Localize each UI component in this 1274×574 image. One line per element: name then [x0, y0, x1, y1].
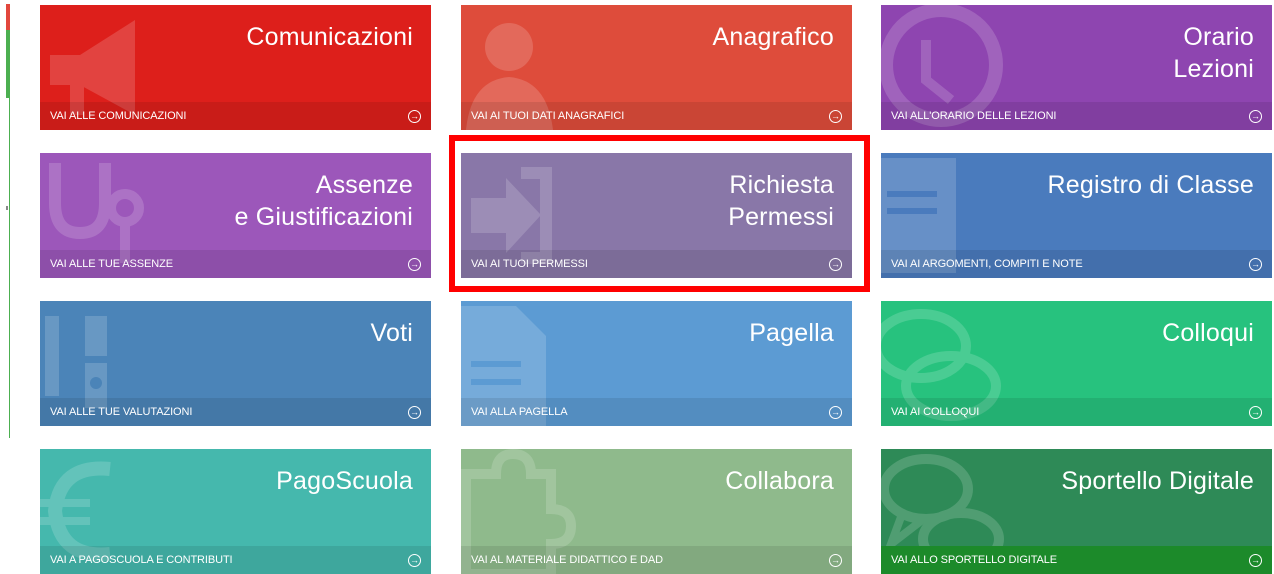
tile-link[interactable]: VAI AI TUOI PERMESSI →	[461, 250, 852, 278]
tile-title: Richiesta Permessi	[728, 171, 834, 231]
tile-link[interactable]: VAI ALL'ORARIO DELLE LEZIONI →	[881, 102, 1272, 130]
tile-title: Assenze e Giustificazioni	[234, 171, 413, 231]
arrow-circle-icon: →	[408, 109, 421, 123]
rail-accent-red	[6, 4, 10, 30]
tile-orario-lezioni[interactable]: Orario Lezioni VAI ALL'ORARIO DELLE LEZI…	[881, 5, 1272, 130]
tile-title: Colloqui	[1162, 319, 1254, 347]
arrow-circle-icon: →	[408, 553, 421, 567]
rail-line	[9, 98, 10, 438]
tile-link-label: VAI AL MATERIALE DIDATTICO E DAD	[471, 554, 663, 566]
tile-link-label: VAI ALLE TUE VALUTAZIONI	[50, 406, 193, 418]
tile-anagrafico[interactable]: Anagrafico VAI AI TUOI DATI ANAGRAFICI →	[461, 5, 852, 130]
tile-title: Pagella	[749, 319, 834, 347]
tile-sportello-digitale[interactable]: Sportello Digitale VAI ALLO SPORTELLO DI…	[881, 449, 1272, 574]
left-rail	[0, 0, 12, 572]
tile-title: Registro di Classe	[1047, 171, 1254, 199]
tile-link[interactable]: VAI AI COLLOQUI →	[881, 398, 1272, 426]
tile-link[interactable]: VAI AI ARGOMENTI, COMPITI E NOTE →	[881, 250, 1272, 278]
tile-link[interactable]: VAI ALLO SPORTELLO DIGITALE →	[881, 546, 1272, 574]
tile-colloqui[interactable]: Colloqui VAI AI COLLOQUI →	[881, 301, 1272, 426]
arrow-circle-icon: →	[1249, 109, 1262, 123]
tile-link-label: VAI ALLA PAGELLA	[471, 406, 568, 418]
tile-title: PagoScuola	[276, 467, 413, 495]
tile-link-label: VAI ALL'ORARIO DELLE LEZIONI	[891, 110, 1057, 122]
tile-voti[interactable]: Voti VAI ALLE TUE VALUTAZIONI →	[40, 301, 431, 426]
tile-title: Comunicazioni	[246, 23, 413, 51]
arrow-circle-icon: →	[1249, 405, 1262, 419]
tile-assenze[interactable]: Assenze e Giustificazioni VAI ALLE TUE A…	[40, 153, 431, 278]
tile-registro-di-classe[interactable]: Registro di Classe VAI AI ARGOMENTI, COM…	[881, 153, 1272, 278]
tile-title: Voti	[370, 319, 413, 347]
tile-link-label: VAI AI TUOI DATI ANAGRAFICI	[471, 110, 625, 122]
tile-link-label: VAI ALLE TUE ASSENZE	[50, 258, 173, 270]
arrow-circle-icon: →	[1249, 257, 1262, 271]
tile-title: Collabora	[725, 467, 834, 495]
tile-link[interactable]: VAI ALLE TUE ASSENZE →	[40, 250, 431, 278]
tile-link-label: VAI AI COLLOQUI	[891, 406, 980, 418]
tile-collabora[interactable]: Collabora VAI AL MATERIALE DIDATTICO E D…	[461, 449, 852, 574]
tile-title: Anagrafico	[712, 23, 834, 51]
arrow-circle-icon: →	[408, 257, 421, 271]
tile-link-label: VAI AI TUOI PERMESSI	[471, 258, 588, 270]
tile-link-label: VAI AI ARGOMENTI, COMPITI E NOTE	[891, 258, 1083, 270]
tile-link-label: VAI ALLO SPORTELLO DIGITALE	[891, 554, 1058, 566]
tile-pagoscuola[interactable]: PagoScuola VAI A PAGOSCUOLA E CONTRIBUTI…	[40, 449, 431, 574]
rail-accent-green	[6, 30, 10, 98]
tile-link[interactable]: VAI A PAGOSCUOLA E CONTRIBUTI →	[40, 546, 431, 574]
tile-link[interactable]: VAI ALLE COMUNICAZIONI →	[40, 102, 431, 130]
arrow-circle-icon: →	[829, 405, 842, 419]
tile-richiesta-permessi[interactable]: Richiesta Permessi VAI AI TUOI PERMESSI …	[461, 153, 852, 278]
arrow-circle-icon: →	[829, 553, 842, 567]
tile-link-label: VAI A PAGOSCUOLA E CONTRIBUTI	[50, 554, 233, 566]
tile-link-label: VAI ALLE COMUNICAZIONI	[50, 110, 187, 122]
tile-link[interactable]: VAI AI TUOI DATI ANAGRAFICI →	[461, 102, 852, 130]
tile-title: Sportello Digitale	[1061, 467, 1254, 495]
arrow-circle-icon: →	[829, 257, 842, 271]
tile-title: Orario Lezioni	[1173, 23, 1254, 83]
tile-link[interactable]: VAI ALLE TUE VALUTAZIONI →	[40, 398, 431, 426]
arrow-circle-icon: →	[1249, 553, 1262, 567]
arrow-circle-icon: →	[829, 109, 842, 123]
tile-link[interactable]: VAI AL MATERIALE DIDATTICO E DAD →	[461, 546, 852, 574]
tile-comunicazioni[interactable]: Comunicazioni VAI ALLE COMUNICAZIONI →	[40, 5, 431, 130]
rail-dot	[6, 206, 8, 210]
tile-link[interactable]: VAI ALLA PAGELLA →	[461, 398, 852, 426]
tile-pagella[interactable]: Pagella VAI ALLA PAGELLA →	[461, 301, 852, 426]
arrow-circle-icon: →	[408, 405, 421, 419]
